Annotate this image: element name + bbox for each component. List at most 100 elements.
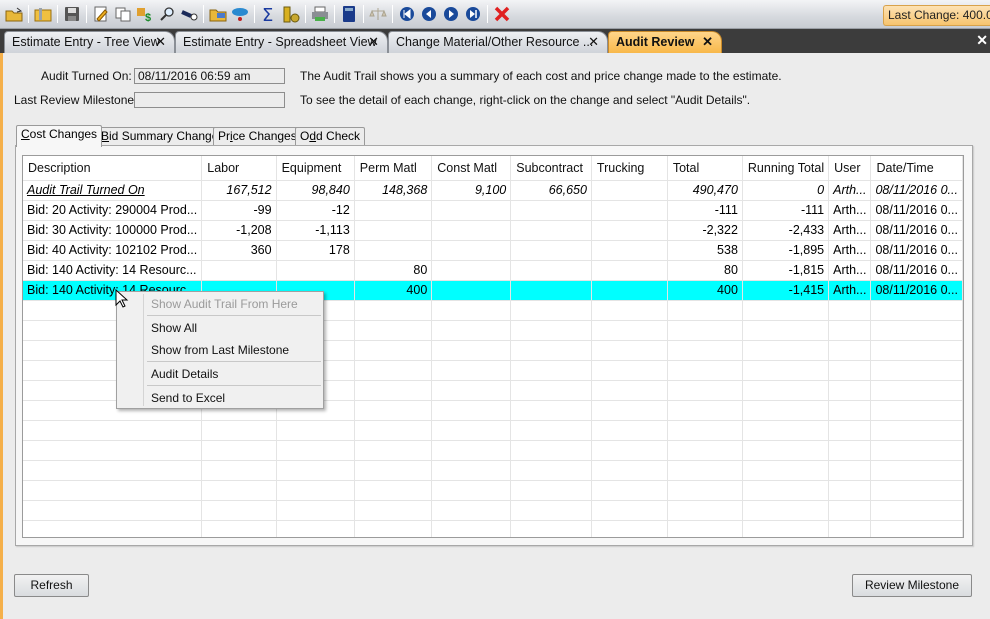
column-header-description[interactable]: Description xyxy=(23,156,203,181)
cell-equipment xyxy=(276,440,355,461)
menu-item-send-to-excel[interactable]: Send to Excel xyxy=(151,391,225,405)
cell-description xyxy=(23,500,203,521)
column-header-labor[interactable]: Labor xyxy=(201,156,277,181)
cell-subcontract xyxy=(510,320,592,341)
column-header-trucking[interactable]: Trucking xyxy=(591,156,668,181)
table-row[interactable]: Bid: 20 Activity: 290004 Prod... -99 -12 -1… xyxy=(23,200,963,221)
cell-running-total: -1,815 xyxy=(742,260,830,281)
cell-equipment: 98,840 xyxy=(276,180,355,201)
subtab-bid-summary-changes[interactable]: Bid Summary Changes xyxy=(96,127,230,146)
cell-const-matl xyxy=(431,320,512,341)
audit-turned-on-label: Audit Turned On: xyxy=(41,69,132,83)
cell-const-matl xyxy=(431,440,512,461)
subtab-price-changes[interactable]: Price Changes xyxy=(213,127,302,146)
cell-trucking xyxy=(591,320,668,341)
cell-user: Arth... xyxy=(828,260,872,281)
table-row[interactable]: Bid: 140 Activity: 14 Resourc... 80 80 -1,8… xyxy=(23,260,963,281)
save-icon[interactable] xyxy=(61,4,82,25)
cell-const-matl xyxy=(431,520,512,537)
refresh-button[interactable]: Refresh xyxy=(14,574,89,597)
menu-item-audit-details[interactable]: Audit Details xyxy=(151,367,218,381)
cell-const-matl xyxy=(431,500,512,521)
tab-estimate-spreadsheet-view[interactable]: Estimate Entry - Spreadsheet View ✕ xyxy=(175,31,388,53)
cell-const-matl xyxy=(431,300,512,321)
close-icon[interactable]: ✕ xyxy=(588,32,599,52)
cell-running-total xyxy=(742,380,830,401)
first-record-icon[interactable] xyxy=(396,4,417,25)
sum-icon[interactable]: Σ xyxy=(258,4,279,25)
column-header-user[interactable]: User xyxy=(828,156,872,181)
cell-description: Bid: 140 Activity: 14 Resourc... xyxy=(23,260,203,281)
pricing-icon[interactable]: $ xyxy=(134,4,155,25)
cell-const-matl xyxy=(431,200,512,221)
menu-separator xyxy=(147,315,321,316)
cell-description: Bid: 20 Activity: 290004 Prod... xyxy=(23,200,203,221)
cell-date-time: 08/11/2016 0... xyxy=(870,240,963,261)
cell-subcontract: 66,650 xyxy=(510,180,592,201)
menu-item-show-from-last-milestone[interactable]: Show from Last Milestone xyxy=(151,343,289,357)
cell-description xyxy=(23,520,203,537)
column-header-const-matl[interactable]: Const Matl xyxy=(431,156,512,181)
cell-trucking xyxy=(591,480,668,501)
calculator-icon[interactable] xyxy=(338,4,359,25)
close-all-icon[interactable]: ✕ xyxy=(976,32,988,49)
flashlight-icon[interactable] xyxy=(178,4,199,25)
column-header-perm-matl[interactable]: Perm Matl xyxy=(354,156,433,181)
column-header-subcontract[interactable]: Subcontract xyxy=(510,156,592,181)
cell-description: Audit Trail Turned On xyxy=(23,180,203,201)
cell-subcontract xyxy=(510,480,592,501)
close-icon[interactable]: ✕ xyxy=(368,32,379,52)
empty-row xyxy=(23,440,963,461)
column-header-total[interactable]: Total xyxy=(667,156,743,181)
subtab-cost-changes[interactable]: Cost Changes xyxy=(16,125,103,147)
tab-audit-review[interactable]: Audit Review ✕ xyxy=(608,31,722,53)
cell-trucking xyxy=(591,420,668,441)
cell-user xyxy=(828,520,872,537)
info-text-summary: The Audit Trail shows you a summary of e… xyxy=(300,69,782,83)
svg-text:Σ: Σ xyxy=(262,5,273,23)
tab-change-material[interactable]: Change Material/Other Resource ... ✕ xyxy=(388,31,608,53)
folder-tree-icon[interactable] xyxy=(207,4,228,25)
cell-subcontract xyxy=(510,240,592,261)
table-row[interactable]: Bid: 30 Activity: 100000 Prod... -1,208 -1… xyxy=(23,220,963,241)
tab-estimate-tree-view[interactable]: Estimate Entry - Tree View ✕ xyxy=(4,31,175,53)
cell-user xyxy=(828,360,872,381)
copy-icon[interactable] xyxy=(112,4,133,25)
cell-equipment xyxy=(276,420,355,441)
last-record-icon[interactable] xyxy=(462,4,483,25)
toolbar-separator xyxy=(305,5,306,23)
table-row[interactable]: Audit Trail Turned On 167,512 98,840 148,36… xyxy=(23,180,963,201)
subtab-odd-check[interactable]: Odd Check xyxy=(295,127,366,146)
edit-pencil-icon[interactable] xyxy=(90,4,111,25)
summary-chart-icon[interactable] xyxy=(280,4,301,25)
open-folder-icon[interactable] xyxy=(3,4,24,25)
close-icon[interactable]: ✕ xyxy=(702,32,713,52)
audit-trail-turned-on-link[interactable]: Audit Trail Turned On xyxy=(27,183,145,197)
column-header-equipment[interactable]: Equipment xyxy=(276,156,355,181)
cell-running-total xyxy=(742,300,830,321)
column-header-date-time[interactable]: Date/Time xyxy=(870,156,963,181)
tab-label: Estimate Entry - Spreadsheet View xyxy=(183,35,377,49)
subtab-label: Pr xyxy=(218,129,230,143)
cell-total xyxy=(667,420,743,441)
project-folder-icon[interactable] xyxy=(32,4,53,25)
review-milestone-button[interactable]: Review Milestone xyxy=(852,574,972,597)
delete-icon[interactable] xyxy=(491,4,512,25)
cell-const-matl xyxy=(431,280,512,301)
svg-text:$: $ xyxy=(145,12,151,22)
cell-trucking xyxy=(591,380,668,401)
cell-running-total xyxy=(742,480,830,501)
print-icon[interactable] xyxy=(309,4,330,25)
search-icon[interactable] xyxy=(156,4,177,25)
next-record-icon[interactable] xyxy=(440,4,461,25)
cell-trucking xyxy=(591,280,668,301)
mouse-cursor-icon xyxy=(115,289,129,308)
menu-item-show-all[interactable]: Show All xyxy=(151,321,197,335)
column-header-running-total[interactable]: Running Total xyxy=(742,156,830,181)
table-row[interactable]: Bid: 40 Activity: 102102 Prod... 360 178 53… xyxy=(23,240,963,261)
previous-record-icon[interactable] xyxy=(418,4,439,25)
hierarchy-icon[interactable] xyxy=(229,4,250,25)
cell-subcontract xyxy=(510,460,592,481)
close-icon[interactable]: ✕ xyxy=(155,32,166,52)
cell-subcontract xyxy=(510,300,592,321)
